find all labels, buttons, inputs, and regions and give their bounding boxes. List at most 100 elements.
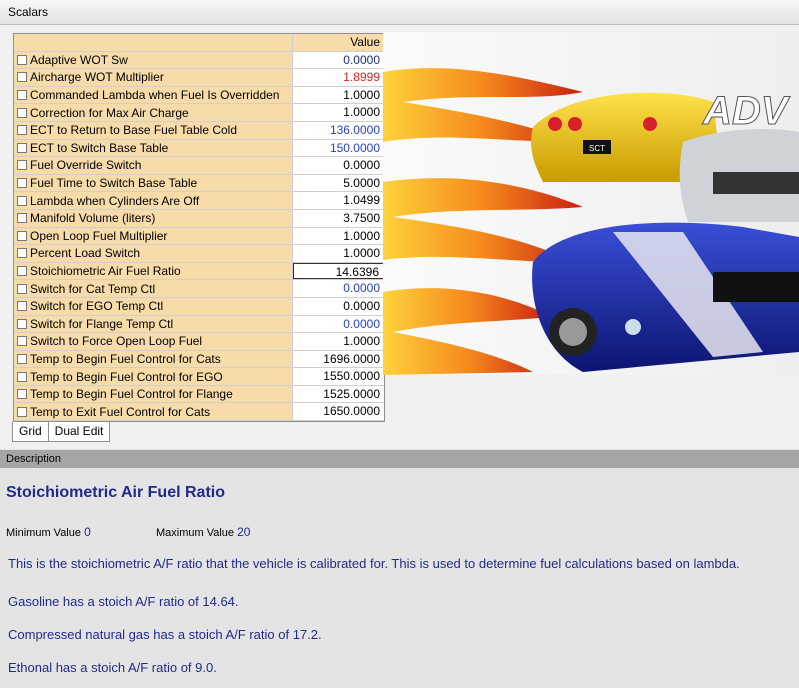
row-value-cell[interactable]: 1650.0000 bbox=[293, 403, 384, 420]
maximum-value: Maximum Value 20 bbox=[156, 525, 250, 539]
row-checkbox[interactable] bbox=[17, 178, 27, 189]
row-checkbox[interactable] bbox=[17, 54, 27, 65]
row-value-cell[interactable]: 1.0000 bbox=[293, 245, 384, 262]
description-bar-label: Description bbox=[6, 453, 62, 465]
description-title: Stoichiometric Air Fuel Ratio bbox=[6, 484, 225, 501]
row-checkbox[interactable] bbox=[17, 389, 27, 400]
row-checkbox[interactable] bbox=[17, 318, 27, 329]
table-row[interactable]: Switch for EGO Temp Ctl 0.0000 bbox=[14, 297, 384, 316]
description-bar: Description bbox=[0, 450, 799, 468]
table-row[interactable]: Switch for Flange Temp Ctl 0.0000 bbox=[14, 315, 384, 334]
minimum-value-label: Minimum Value bbox=[6, 527, 81, 539]
row-label: Lambda when Cylinders Are Off bbox=[30, 193, 200, 208]
row-checkbox[interactable] bbox=[17, 371, 27, 382]
row-value-cell[interactable]: 1.0000 bbox=[293, 228, 384, 245]
row-value-cell[interactable]: 150.0000 bbox=[293, 140, 384, 157]
cars-flames-illustration: SCT ADV bbox=[383, 68, 799, 375]
row-value-cell[interactable]: 1525.0000 bbox=[293, 386, 384, 403]
row-value-cell[interactable]: 1.0000 bbox=[293, 87, 384, 104]
row-checkbox[interactable] bbox=[17, 213, 27, 224]
description-paragraph: Ethonal has a stoich A/F ratio of 9.0. bbox=[8, 660, 217, 675]
table-row[interactable]: Lambda when Cylinders Are Off 1.0499 bbox=[14, 192, 384, 210]
row-value-cell[interactable]: 5.0000 bbox=[293, 175, 384, 192]
table-row[interactable]: ECT to Switch Base Table 150.0000 bbox=[14, 139, 384, 158]
table-row[interactable]: Temp to Begin Fuel Control for EGO 1550.0… bbox=[14, 368, 384, 386]
table-row[interactable]: Percent Load Switch 1.0000 bbox=[14, 245, 384, 263]
logo-text: ADV bbox=[702, 89, 791, 133]
minimum-value-number: 0 bbox=[84, 525, 91, 539]
table-row[interactable]: Temp to Begin Fuel Control for Flange 152… bbox=[14, 385, 384, 404]
row-value-cell[interactable]: 136.0000 bbox=[293, 122, 384, 139]
description-paragraph: Compressed natural gas has a stoich A/F … bbox=[8, 627, 322, 642]
row-name-cell: Switch to Force Open Loop Fuel bbox=[14, 333, 293, 350]
row-name-cell: Lambda when Cylinders Are Off bbox=[14, 192, 293, 209]
row-name-cell: Switch for EGO Temp Ctl bbox=[14, 297, 293, 315]
row-checkbox[interactable] bbox=[17, 142, 27, 153]
row-checkbox[interactable] bbox=[17, 301, 27, 312]
table-row[interactable]: Switch to Force Open Loop Fuel 1.0000 bbox=[14, 333, 384, 351]
row-label: Correction for Max Air Charge bbox=[30, 105, 189, 120]
row-label: Fuel Override Switch bbox=[30, 158, 142, 173]
row-label: Temp to Begin Fuel Control for Cats bbox=[30, 351, 221, 366]
row-label: Temp to Begin Fuel Control for EGO bbox=[30, 369, 223, 384]
row-checkbox[interactable] bbox=[17, 195, 27, 206]
row-checkbox[interactable] bbox=[17, 353, 27, 364]
row-value-cell[interactable]: 1.0000 bbox=[293, 104, 384, 121]
row-value-cell[interactable]: 0.0000 bbox=[293, 280, 384, 297]
table-row[interactable]: ECT to Return to Base Fuel Table Cold 136… bbox=[14, 121, 384, 140]
table-row[interactable]: Open Loop Fuel Multiplier 1.0000 bbox=[14, 227, 384, 246]
row-name-cell: Adaptive WOT Sw bbox=[14, 51, 293, 69]
table-row[interactable]: Correction for Max Air Charge 1.0000 bbox=[14, 104, 384, 122]
row-checkbox[interactable] bbox=[17, 107, 27, 118]
row-checkbox[interactable] bbox=[17, 283, 27, 294]
row-checkbox[interactable] bbox=[17, 90, 27, 101]
table-row[interactable]: Switch for Cat Temp Ctl 0.0000 bbox=[14, 280, 384, 298]
maximum-value-label: Maximum Value bbox=[156, 527, 235, 539]
minimum-value: Minimum Value 0 bbox=[6, 525, 91, 539]
table-row[interactable]: Commanded Lambda when Fuel Is Overridden… bbox=[14, 86, 384, 105]
row-checkbox[interactable] bbox=[17, 248, 27, 259]
table-row[interactable]: Adaptive WOT Sw 0.0000 bbox=[14, 51, 384, 70]
table-row[interactable]: Aircharge WOT Multiplier 1.8999 bbox=[14, 69, 384, 87]
row-value-cell[interactable]: 0.0000 bbox=[293, 52, 384, 69]
row-value-cell[interactable]: 1.0499 bbox=[293, 192, 384, 209]
table-row[interactable]: Fuel Time to Switch Base Table 5.0000 bbox=[14, 174, 384, 193]
scalars-panel: Value Adaptive WOT Sw 0.0000 Aircharge WOT… bbox=[0, 25, 799, 449]
row-checkbox[interactable] bbox=[17, 72, 27, 83]
table-row[interactable]: Temp to Begin Fuel Control for Cats 1696.… bbox=[14, 350, 384, 369]
row-checkbox[interactable] bbox=[17, 125, 27, 136]
row-checkbox[interactable] bbox=[17, 160, 27, 171]
row-name-cell: Temp to Begin Fuel Control for Cats bbox=[14, 350, 293, 368]
row-checkbox[interactable] bbox=[17, 336, 27, 347]
table-row[interactable]: Fuel Override Switch 0.0000 bbox=[14, 157, 384, 175]
row-name-cell: Open Loop Fuel Multiplier bbox=[14, 227, 293, 245]
row-value-cell[interactable]: 1.8999 bbox=[293, 69, 384, 86]
row-value-cell[interactable]: 1550.0000 bbox=[293, 368, 384, 385]
row-checkbox[interactable] bbox=[17, 406, 27, 417]
row-value-cell[interactable]: 0.0000 bbox=[293, 298, 384, 315]
row-label: Adaptive WOT Sw bbox=[30, 52, 128, 67]
row-label: Switch for EGO Temp Ctl bbox=[30, 299, 164, 314]
row-label: Stoichiometric Air Fuel Ratio bbox=[30, 264, 181, 279]
row-name-cell: Temp to Exit Fuel Control for Cats bbox=[14, 403, 293, 421]
tab-dual-edit[interactable]: Dual Edit bbox=[47, 421, 111, 442]
window-title: Scalars bbox=[8, 5, 49, 19]
row-label: Aircharge WOT Multiplier bbox=[30, 70, 164, 85]
row-value-cell[interactable]: 1696.0000 bbox=[293, 351, 384, 368]
row-checkbox[interactable] bbox=[17, 230, 27, 241]
row-value-cell[interactable]: 0.0000 bbox=[293, 157, 384, 174]
tab-grid[interactable]: Grid bbox=[12, 422, 49, 442]
row-value-cell[interactable]: 0.0000 bbox=[293, 316, 384, 333]
row-label: Percent Load Switch bbox=[30, 246, 141, 261]
table-row[interactable]: Temp to Exit Fuel Control for Cats 1650.0… bbox=[14, 403, 384, 422]
row-value-cell[interactable]: 14.6396 bbox=[293, 262, 384, 280]
grid-header: Value bbox=[14, 34, 384, 52]
row-name-cell: Percent Load Switch bbox=[14, 245, 293, 262]
row-value-cell[interactable]: 3.7500 bbox=[293, 210, 384, 227]
table-row[interactable]: Manifold Volume (liters) 3.7500 bbox=[14, 209, 384, 228]
table-row[interactable]: Stoichiometric Air Fuel Ratio 14.6396 bbox=[14, 262, 384, 281]
description-paragraph: Gasoline has a stoich A/F ratio of 14.64… bbox=[8, 594, 239, 609]
row-value-cell[interactable]: 1.0000 bbox=[293, 333, 384, 350]
row-label: ECT to Switch Base Table bbox=[30, 140, 169, 155]
row-checkbox[interactable] bbox=[17, 266, 27, 277]
